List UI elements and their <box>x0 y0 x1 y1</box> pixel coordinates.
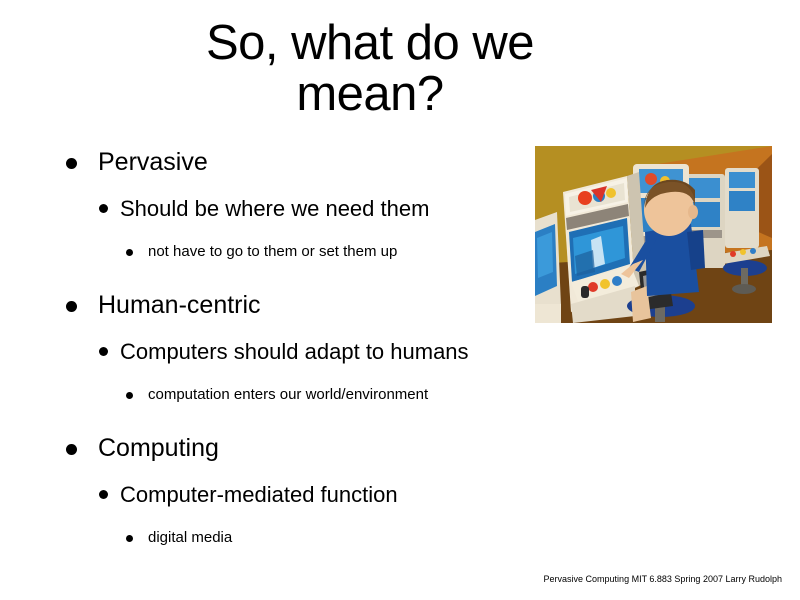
presentation-slide: So, what do we mean? Pervasive Should be… <box>0 0 800 600</box>
list-item-label: Computing <box>98 434 219 462</box>
arcade-photo <box>535 146 772 323</box>
list-item-label: Computer-mediated function <box>120 482 398 507</box>
list-item: Computing <box>0 429 620 477</box>
bullet-dot-icon <box>99 347 108 356</box>
bullet-dot-icon <box>99 490 108 499</box>
bullet-dot-icon <box>66 444 77 455</box>
bullet-dot-icon <box>66 301 77 312</box>
list-item: Pervasive <box>0 143 620 191</box>
bullet-dot-icon <box>66 158 77 169</box>
list-item-label: Computers should adapt to humans <box>120 339 469 364</box>
list-item: Should be where we need them <box>0 191 620 238</box>
list-item: computation enters our world/environment <box>0 381 620 429</box>
list-item: Human-centric <box>0 286 620 334</box>
bullet-list: Pervasive Should be where we need them n… <box>0 143 620 572</box>
list-item-label: computation enters our world/environment <box>148 386 429 403</box>
list-item: Computers should adapt to humans <box>0 334 620 381</box>
bullet-dot-icon <box>126 535 133 542</box>
list-item: digital media <box>0 524 620 572</box>
list-item-label: digital media <box>148 529 233 546</box>
bullet-dot-icon <box>99 204 108 213</box>
slide-footer: Pervasive Computing MIT 6.883 Spring 200… <box>543 574 782 584</box>
bullet-dot-icon <box>126 392 133 399</box>
bullet-dot-icon <box>126 249 133 256</box>
page-title: So, what do we mean? <box>205 16 535 121</box>
list-item: not have to go to them or set them up <box>0 238 620 286</box>
arcade-photo-illustration <box>535 146 772 323</box>
list-item: Computer-mediated function <box>0 477 620 524</box>
